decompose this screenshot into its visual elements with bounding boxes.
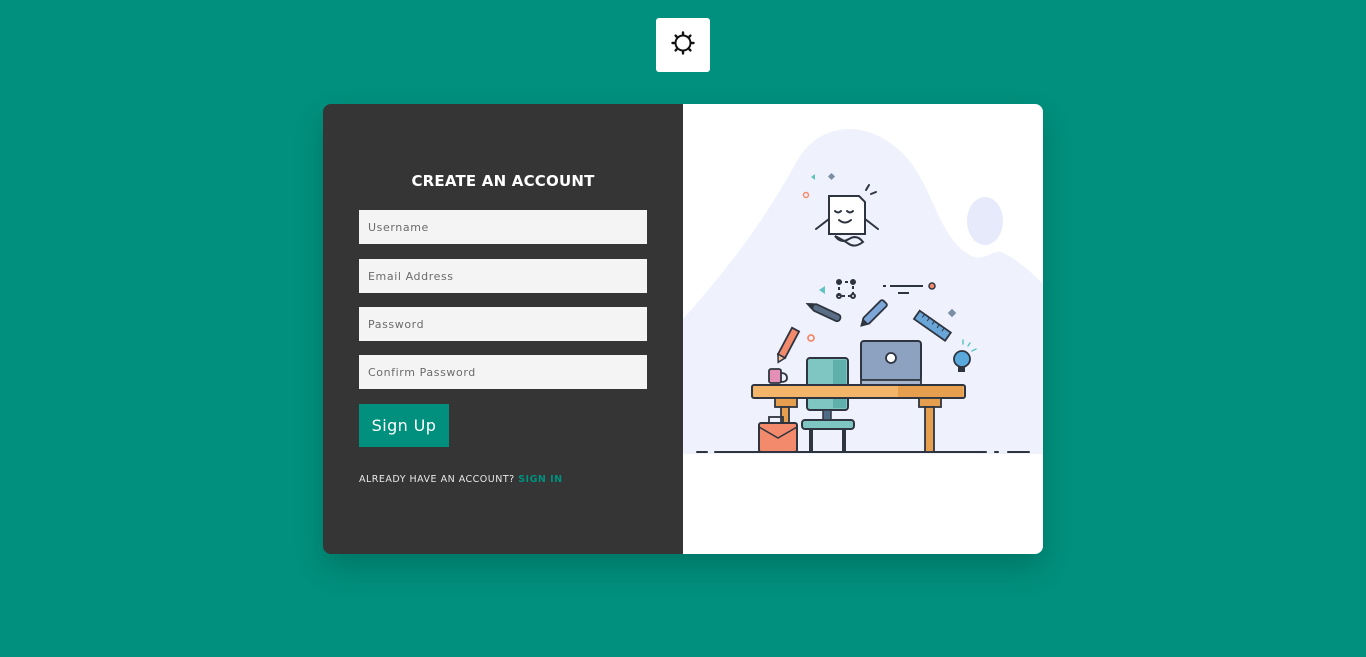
form-title: CREATE AN ACCOUNT <box>411 172 595 190</box>
sign-in-link[interactable]: SIGN IN <box>518 474 562 485</box>
sign-up-button[interactable]: Sign Up <box>359 404 449 447</box>
theme-toggle-button[interactable] <box>656 18 710 72</box>
password-input[interactable] <box>359 307 647 341</box>
email-input[interactable] <box>359 259 647 293</box>
already-text: ALREADY HAVE AN ACCOUNT? <box>359 474 515 485</box>
confirm-password-input[interactable] <box>359 355 647 389</box>
signup-form-panel: CREATE AN ACCOUNT Sign Up ALREADY HAVE A… <box>323 104 683 554</box>
already-have-account: ALREADY HAVE AN ACCOUNT? SIGN IN <box>359 474 563 485</box>
illustration-panel <box>683 104 1043 554</box>
username-input[interactable] <box>359 210 647 244</box>
signup-card: CREATE AN ACCOUNT Sign Up ALREADY HAVE A… <box>323 104 1043 554</box>
sun-icon <box>671 31 695 59</box>
workspace-illustration <box>683 129 1043 454</box>
